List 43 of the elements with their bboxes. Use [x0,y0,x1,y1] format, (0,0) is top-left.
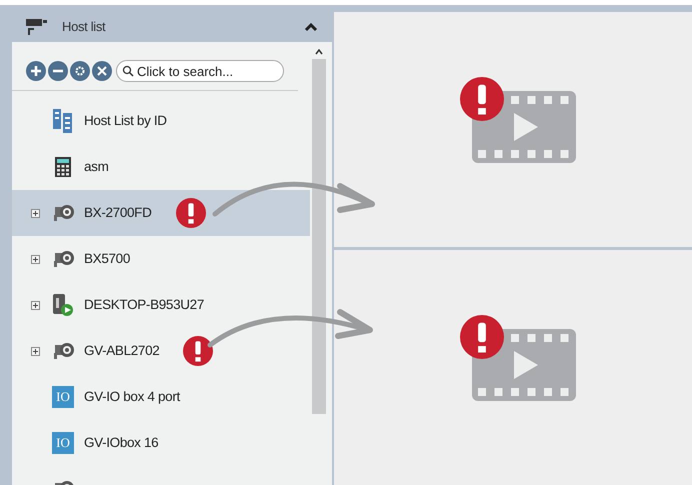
host-name: GV-IObox 16 [84,434,158,452]
host-name: GV-IO box 4 port [84,388,180,406]
host-list-item[interactable]: Host List by ID [12,98,310,144]
host-name: asm [84,158,108,176]
io-box-icon: IO [52,432,74,454]
host-name: GV-ABL2702 [84,342,160,360]
host-list-item[interactable]: GV-ABL2702 [12,328,310,374]
desktop-play-icon [52,293,74,317]
host-list-item[interactable]: BX5700 [12,236,310,282]
cctv-camera-icon [26,19,48,35]
host-list-item[interactable]: DESKTOP-B953U27 [12,282,310,328]
remove-button[interactable] [48,61,68,81]
expand-icon[interactable] [30,346,40,356]
expand-icon[interactable] [30,300,40,310]
wrench-icon [96,65,108,77]
host-list-item[interactable]: BX-2700FD [12,190,310,236]
add-button[interactable] [26,61,46,81]
camera-icon [51,249,75,269]
scrollbar-thumb[interactable] [312,59,326,414]
io-box-icon: IO [52,386,74,408]
plus-icon [30,65,42,77]
panel-title: Host list [62,18,106,36]
host-name: DESKTOP-B953U27 [84,296,204,314]
tools-button[interactable] [92,61,112,81]
host-list-item[interactable]: asm [12,144,310,190]
settings-icon [74,65,86,77]
host-name: Host List by ID [84,112,167,130]
host-list-item[interactable]: IO GV-IObox 16 [12,420,310,466]
search-field[interactable]: Click to search... [116,60,284,82]
chevron-icon [304,22,318,32]
expand-icon[interactable] [30,208,40,218]
search-icon [122,65,134,77]
host-name: BX-2700FD [84,204,152,222]
server-list-icon [52,108,74,134]
camera-icon [51,203,75,223]
host-name: BX5700 [84,250,130,268]
scroll-up-icon[interactable] [315,49,323,55]
collapse-button[interactable] [304,22,318,32]
settings-button[interactable] [70,61,90,81]
host-list-item[interactable]: IO GV-IO box 4 port [12,374,310,420]
expand-icon[interactable] [30,254,40,264]
camera-icon [51,341,75,361]
calculator-icon [55,157,71,177]
